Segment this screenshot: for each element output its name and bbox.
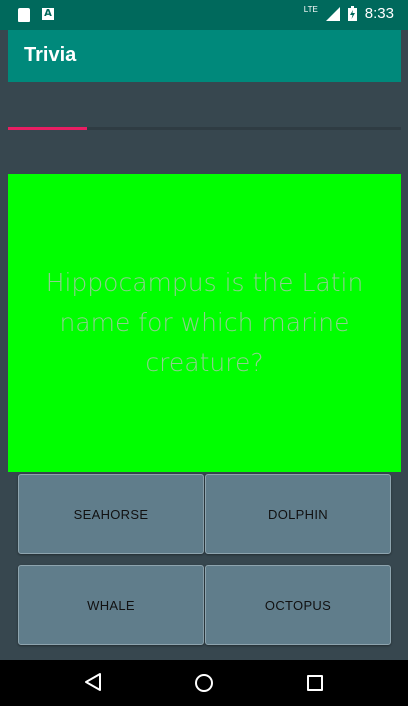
battery-charging-icon bbox=[347, 6, 357, 21]
answer-button-whale[interactable]: WHALE bbox=[18, 565, 204, 645]
progress-area bbox=[8, 82, 401, 174]
home-icon[interactable] bbox=[195, 674, 213, 692]
app-screen: A LTE 8:33 Trivia Hippocampus is the Lat… bbox=[0, 0, 408, 706]
app-title: Trivia bbox=[24, 44, 77, 66]
network-type-label: LTE bbox=[303, 5, 318, 14]
back-icon[interactable] bbox=[84, 672, 102, 692]
signal-icon bbox=[325, 6, 340, 21]
a-notification-icon: A bbox=[42, 8, 54, 20]
answer-button-dolphin[interactable]: DOLPHIN bbox=[205, 474, 391, 554]
clock: 8:33 bbox=[364, 5, 394, 22]
question-text: Hippocampus is the Latin name for which … bbox=[45, 268, 364, 377]
navigation-bar bbox=[0, 660, 408, 706]
answers-grid: SEAHORSE DOLPHIN WHALE OCTOPUS bbox=[8, 472, 401, 660]
question-panel: Hippocampus is the Latin name for which … bbox=[8, 174, 401, 472]
answer-button-octopus[interactable]: OCTOPUS bbox=[205, 565, 391, 645]
app-bar: Trivia bbox=[8, 30, 401, 82]
status-bar: A LTE 8:33 bbox=[0, 0, 408, 30]
sd-card-icon bbox=[18, 8, 30, 22]
progress-bar-fill bbox=[8, 127, 87, 130]
recent-apps-icon[interactable] bbox=[307, 675, 323, 691]
answer-button-seahorse[interactable]: SEAHORSE bbox=[18, 474, 204, 554]
